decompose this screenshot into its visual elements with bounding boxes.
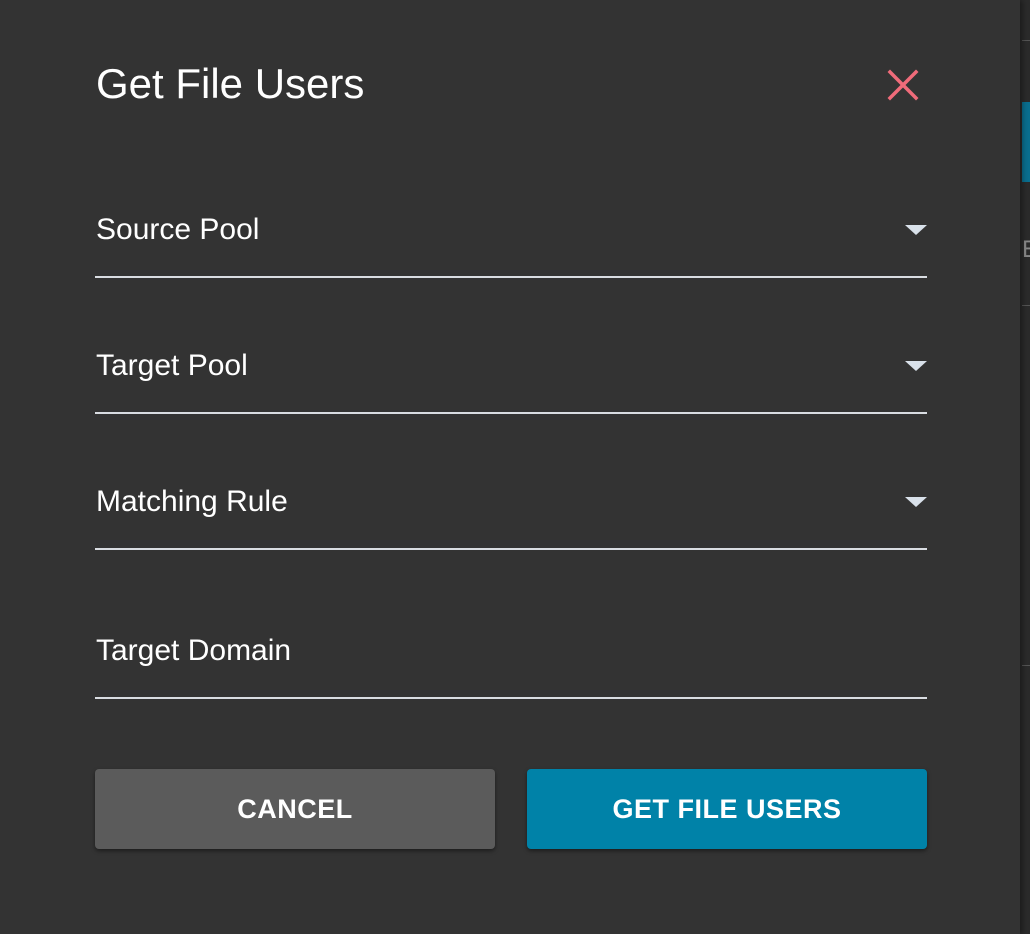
matching-rule-label: Matching Rule (96, 485, 288, 518)
chevron-down-icon (905, 225, 927, 235)
background-divider (1022, 665, 1030, 666)
background-divider (1022, 40, 1030, 41)
target-domain-label: Target Domain (96, 634, 292, 667)
cancel-button[interactable]: CANCEL (95, 769, 495, 849)
dialog-title: Get File Users (96, 60, 365, 107)
close-button[interactable] (884, 66, 922, 104)
target-pool-label: Target Pool (96, 349, 248, 382)
get-file-users-button[interactable]: GET FILE USERS (527, 769, 927, 849)
close-icon (887, 69, 919, 101)
background-divider (1022, 305, 1030, 306)
matching-rule-select[interactable]: Matching Rule (95, 468, 927, 550)
background-partial-text: E (1022, 236, 1030, 264)
chevron-down-icon (905, 361, 927, 371)
chevron-down-icon (905, 497, 927, 507)
background-accent-bar (1022, 102, 1030, 182)
target-pool-select[interactable]: Target Pool (95, 332, 927, 414)
get-file-users-dialog: Get File Users Source Pool Target Pool M… (0, 0, 1020, 934)
target-domain-input[interactable]: Target Domain (95, 617, 927, 699)
source-pool-select[interactable]: Source Pool (95, 196, 927, 278)
source-pool-label: Source Pool (96, 213, 260, 246)
